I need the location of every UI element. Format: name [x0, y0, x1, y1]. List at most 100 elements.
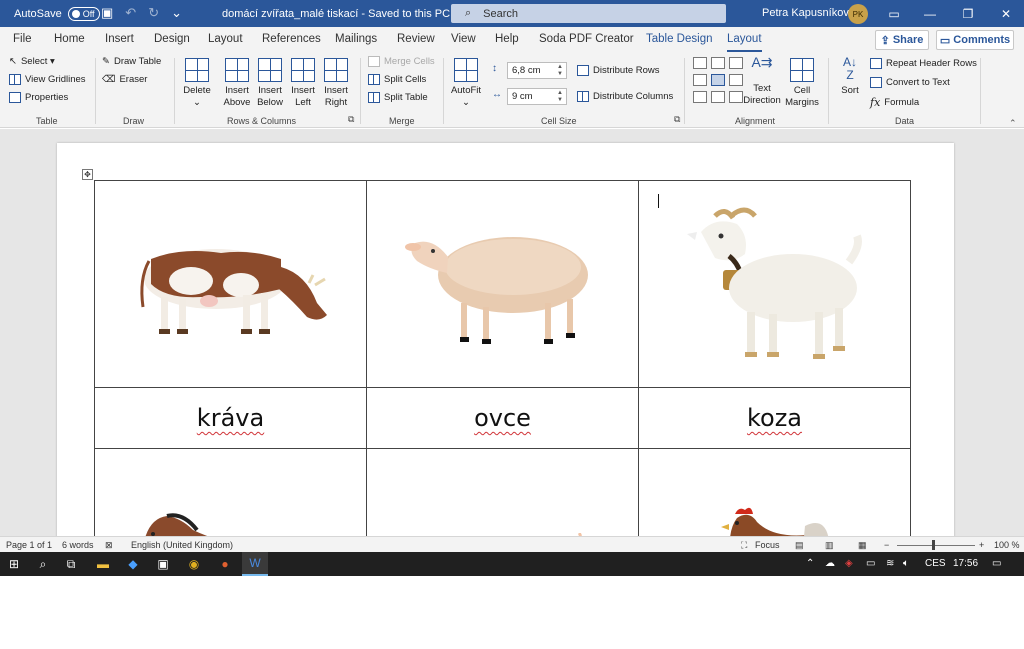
zoom-out-icon[interactable]: − — [884, 540, 889, 550]
share-button[interactable]: ⇪ Share — [875, 30, 929, 50]
dialog-launcher-icon[interactable]: ⧉ — [674, 114, 680, 125]
split-table-button[interactable]: Split Table — [368, 92, 428, 103]
align-top-left-icon[interactable] — [693, 57, 707, 69]
row-height-input[interactable]: 6,8 cm ▲ ▼ — [507, 62, 567, 79]
battery-icon[interactable]: ▭ — [866, 558, 875, 569]
align-center-left-icon[interactable] — [693, 74, 707, 86]
insert-right-button[interactable]: Insert Right — [320, 58, 352, 109]
focus-label[interactable]: Focus — [755, 540, 780, 550]
word-count[interactable]: 6 words — [62, 540, 94, 550]
tab-design[interactable]: Design — [154, 33, 190, 45]
tab-mailings[interactable]: Mailings — [335, 33, 377, 45]
tab-references[interactable]: References — [262, 33, 321, 45]
tab-table-layout[interactable]: Layout — [727, 33, 762, 52]
page-count[interactable]: Page 1 of 1 — [6, 540, 52, 550]
align-center-right-icon[interactable] — [729, 74, 743, 86]
convert-to-text-button[interactable]: Convert to Text — [870, 77, 950, 88]
web-layout-icon[interactable]: ▦ — [858, 540, 867, 551]
tab-insert[interactable]: Insert — [105, 33, 134, 45]
search-box[interactable]: ⌕ Search — [451, 4, 726, 23]
autosave[interactable]: AutoSave Off — [14, 7, 100, 21]
select-button[interactable]: ↖ Select ▾ — [9, 56, 55, 67]
text-direction-button[interactable]: A⇉ Text Direction — [742, 55, 782, 107]
distribute-columns-button[interactable]: Distribute Columns — [577, 91, 673, 102]
volume-icon[interactable]: 🔈︎ — [903, 558, 909, 569]
wifi-icon[interactable]: ≋ — [886, 558, 894, 569]
read-mode-icon[interactable]: ▤ — [795, 540, 804, 551]
restore-icon[interactable]: ❐ — [950, 0, 986, 27]
draw-table-button[interactable]: ✎ Draw Table — [102, 56, 161, 67]
insert-above-button[interactable]: Insert Above — [221, 58, 253, 109]
distribute-rows-button[interactable]: Distribute Rows — [577, 65, 660, 76]
document-title[interactable]: domácí zvířata_malé tiskací - Saved to t… — [222, 7, 459, 20]
proofing-icon[interactable]: ⊠ — [105, 540, 113, 551]
onedrive-icon[interactable]: ☁ — [825, 558, 835, 569]
ribbon-display-options-icon[interactable]: ▭ — [876, 0, 912, 27]
search-icon[interactable]: ⌕ — [35, 556, 51, 572]
zoom-slider[interactable] — [897, 545, 975, 546]
table-cell[interactable] — [366, 448, 639, 536]
dialog-launcher-icon[interactable]: ⧉ — [348, 114, 354, 125]
align-top-center-icon[interactable] — [711, 57, 725, 69]
table-cell[interactable] — [638, 180, 911, 388]
collapse-ribbon-icon[interactable]: ⌃ — [1009, 118, 1017, 129]
focus-icon[interactable]: ⛶ — [741, 540, 747, 551]
comments-button[interactable]: ▭ Comments — [936, 30, 1014, 50]
autofit-button[interactable]: AutoFit ⌄ — [450, 58, 482, 109]
table-cell[interactable] — [638, 448, 911, 536]
word-taskbar-icon[interactable]: W — [242, 552, 268, 576]
table-cell[interactable]: koza — [638, 387, 911, 449]
tab-help[interactable]: Help — [495, 33, 519, 45]
formula-button[interactable]: fx Formula — [870, 96, 919, 109]
align-bottom-center-icon[interactable] — [711, 91, 725, 103]
autosave-toggle[interactable]: Off — [67, 7, 100, 21]
tab-review[interactable]: Review — [397, 33, 435, 45]
sort-button[interactable]: A↓ Z Sort — [836, 56, 864, 97]
dropbox-icon[interactable]: ◆ — [125, 556, 141, 572]
tab-soda-pdf-creator[interactable]: Soda PDF Creator — [539, 33, 634, 45]
file-explorer-icon[interactable]: ▬ — [95, 556, 111, 572]
zoom-level[interactable]: 100 % — [994, 540, 1020, 550]
align-center-icon[interactable] — [711, 74, 725, 86]
tab-file[interactable]: File — [13, 33, 32, 45]
tray-chevron-icon[interactable]: ⌃ — [806, 558, 814, 569]
insert-left-button[interactable]: Insert Left — [287, 58, 319, 109]
language-status[interactable]: English (United Kingdom) — [131, 540, 233, 550]
chrome-icon[interactable]: ◉ — [186, 556, 202, 572]
cell-margins-button[interactable]: Cell Margins — [783, 58, 821, 109]
eraser-button[interactable]: ⌫ Eraser — [102, 74, 147, 85]
notifications-icon[interactable]: ▭ — [992, 558, 1001, 569]
split-cells-button[interactable]: Split Cells — [368, 74, 426, 85]
table-cell[interactable] — [366, 180, 639, 388]
redo-icon[interactable]: ↻ — [148, 5, 159, 21]
insert-below-button[interactable]: Insert Below — [254, 58, 286, 109]
antivirus-icon[interactable]: ◈ — [845, 558, 853, 569]
tab-home[interactable]: Home — [54, 33, 85, 45]
tab-table-design[interactable]: Table Design — [646, 33, 712, 45]
table-cell[interactable]: kráva — [94, 387, 367, 449]
zoom-slider-thumb[interactable] — [932, 540, 935, 550]
properties-button[interactable]: Properties — [9, 92, 68, 103]
table-cell[interactable]: ovce — [366, 387, 639, 449]
save-icon[interactable]: ▣ — [101, 5, 113, 21]
zoom-in-icon[interactable]: + — [979, 540, 984, 550]
customize-qat-icon[interactable]: ⌄ — [171, 5, 182, 21]
clock[interactable]: 17:56 — [953, 558, 978, 569]
spinner-arrows-icon[interactable]: ▲ ▼ — [557, 90, 563, 104]
delete-button[interactable]: Delete ⌄ — [181, 58, 213, 109]
align-top-right-icon[interactable] — [729, 57, 743, 69]
align-bottom-left-icon[interactable] — [693, 91, 707, 103]
store-icon[interactable]: ▣ — [155, 556, 171, 572]
windows-start-icon[interactable]: ⊞ — [6, 556, 22, 572]
keyboard-language[interactable]: CES — [925, 558, 946, 569]
repeat-header-rows-button[interactable]: Repeat Header Rows — [870, 58, 977, 69]
view-gridlines-button[interactable]: View Gridlines — [9, 74, 86, 85]
table-cell[interactable] — [94, 448, 367, 536]
avatar[interactable]: PK — [848, 4, 868, 24]
column-width-input[interactable]: 9 cm ▲ ▼ — [507, 88, 567, 105]
undo-icon[interactable]: ↶ — [125, 5, 136, 21]
align-bottom-right-icon[interactable] — [729, 91, 743, 103]
spinner-arrows-icon[interactable]: ▲ ▼ — [557, 64, 563, 78]
merge-cells-button[interactable]: Merge Cells — [368, 56, 435, 67]
tab-view[interactable]: View — [451, 33, 476, 45]
